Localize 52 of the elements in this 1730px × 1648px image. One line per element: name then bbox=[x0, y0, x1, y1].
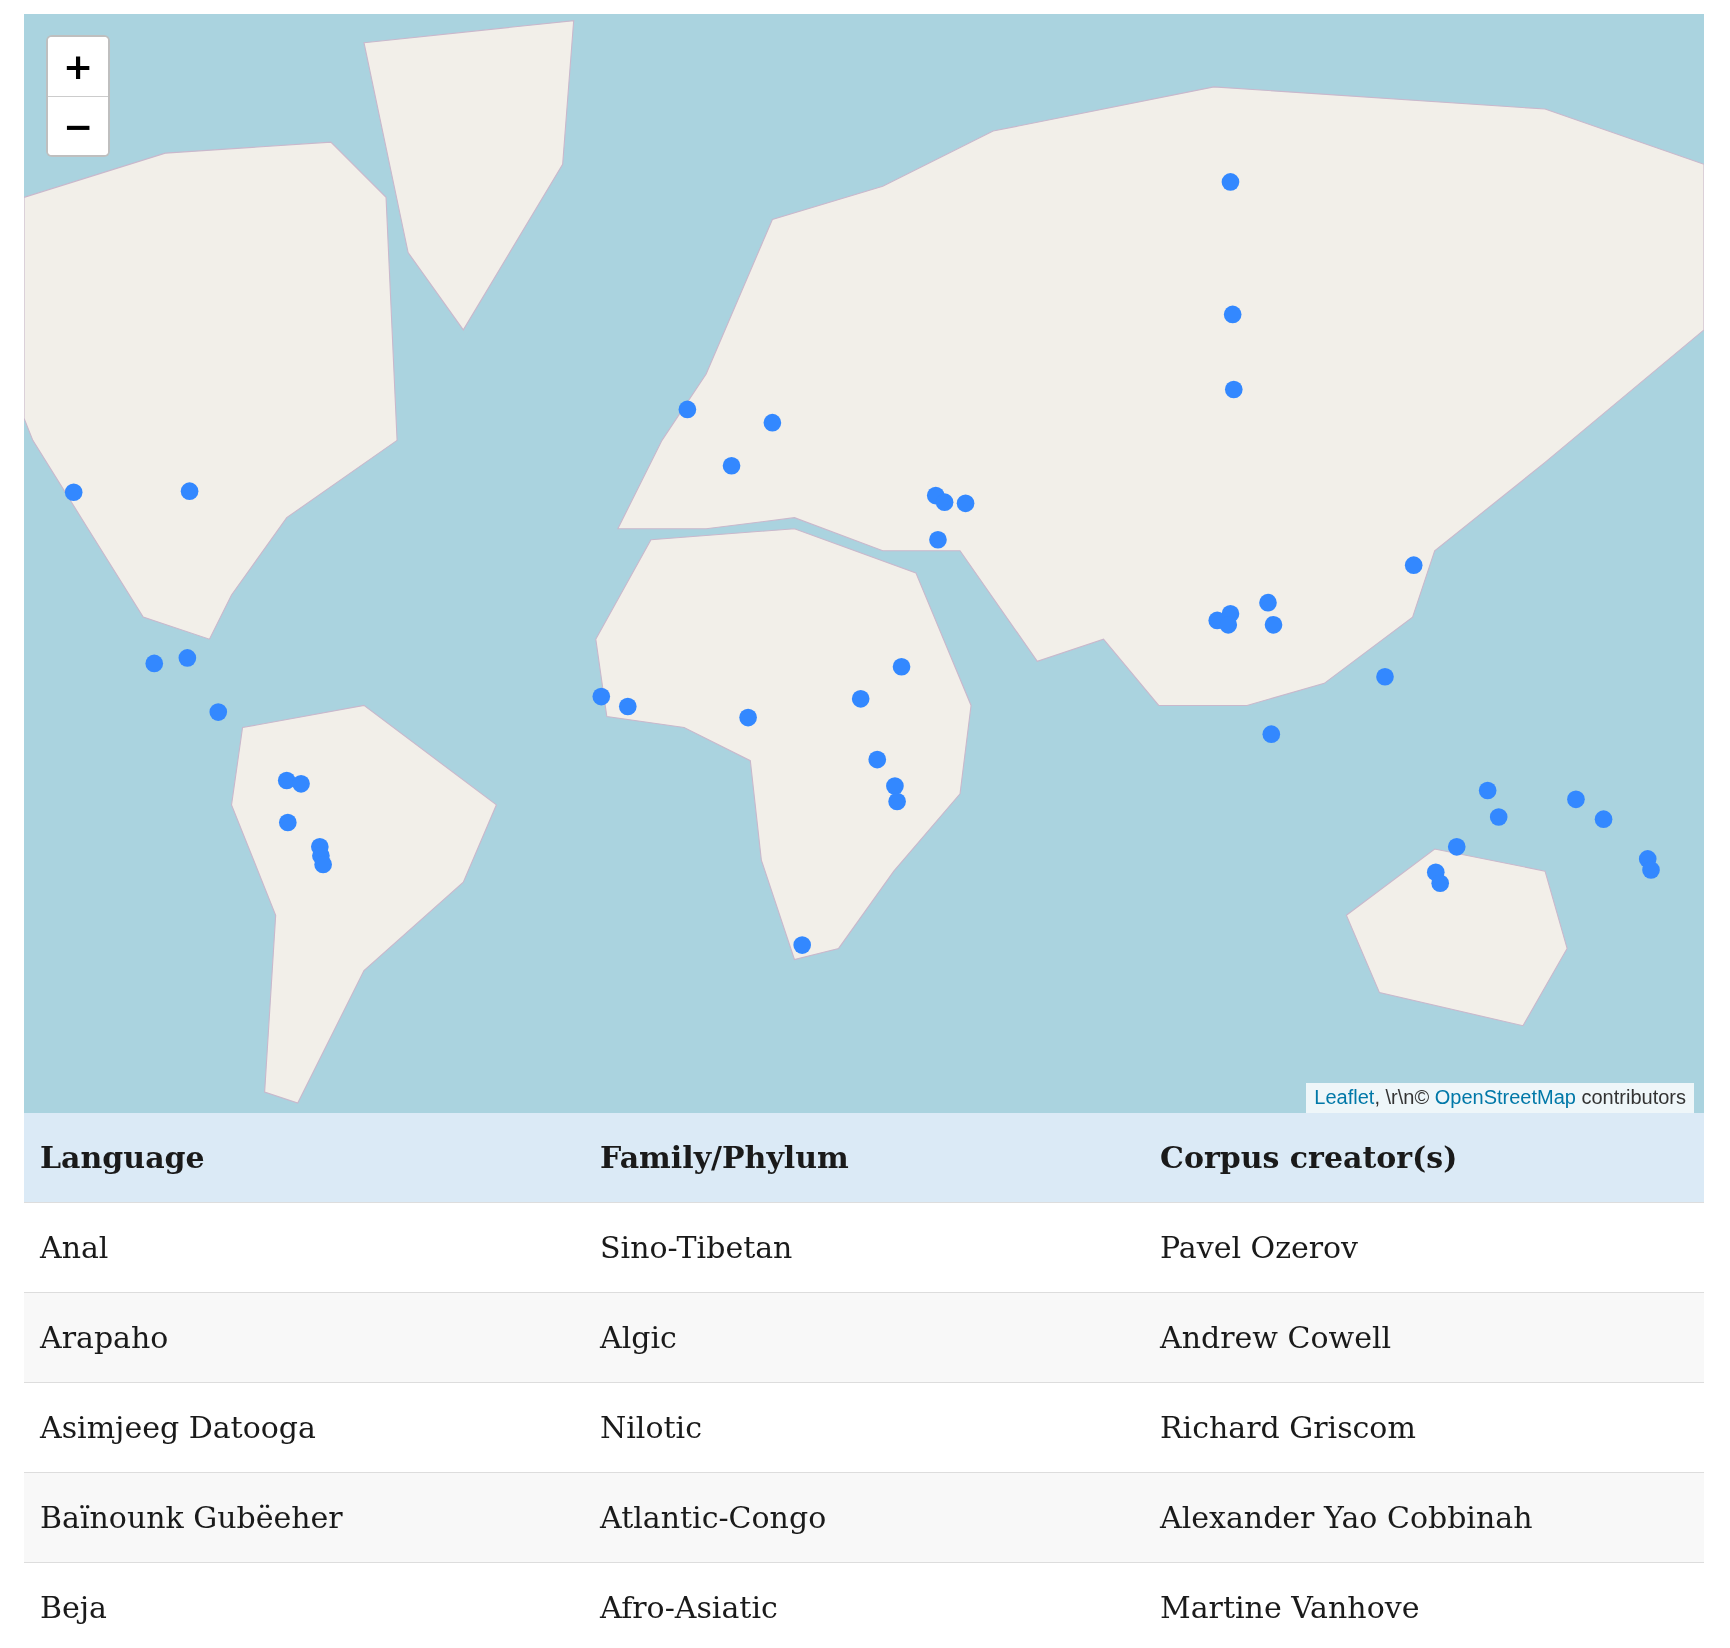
zoom-out-button[interactable]: − bbox=[48, 96, 108, 155]
attribution-link[interactable]: Leaflet bbox=[1314, 1086, 1375, 1108]
map-marker[interactable] bbox=[1223, 305, 1242, 324]
map-marker[interactable] bbox=[678, 400, 697, 419]
map-marker[interactable] bbox=[1478, 781, 1497, 800]
map-marker[interactable] bbox=[592, 687, 611, 706]
map-marker[interactable] bbox=[279, 813, 297, 832]
map-marker[interactable] bbox=[935, 493, 954, 512]
map-marker[interactable] bbox=[1404, 556, 1423, 574]
map-marker[interactable] bbox=[1567, 790, 1585, 809]
map-marker[interactable] bbox=[64, 483, 83, 502]
map-attribution: Leaflet, \r\n© OpenStreetMap contributors bbox=[1306, 1083, 1694, 1113]
table-cell: Alexander Yao Cobbinah bbox=[1144, 1473, 1704, 1563]
column-header: Language bbox=[24, 1113, 584, 1203]
map-marker[interactable] bbox=[892, 657, 911, 676]
map-marker[interactable] bbox=[722, 456, 741, 475]
map-marker[interactable] bbox=[1594, 810, 1613, 829]
table-cell: Arapaho bbox=[24, 1293, 584, 1383]
map-marker[interactable] bbox=[851, 689, 870, 708]
map-marker[interactable] bbox=[618, 697, 637, 716]
column-header: Corpus creator(s) bbox=[1144, 1113, 1704, 1203]
map-marker[interactable] bbox=[1447, 837, 1466, 856]
map-marker[interactable] bbox=[1376, 667, 1394, 686]
map-marker[interactable] bbox=[793, 936, 811, 954]
map-marker[interactable] bbox=[277, 771, 296, 790]
map-marker[interactable] bbox=[1224, 380, 1243, 399]
map-marker[interactable] bbox=[145, 654, 164, 673]
table-cell: Baïnounk Gubëeher bbox=[24, 1473, 584, 1563]
map-marker[interactable] bbox=[1221, 173, 1240, 191]
map-marker[interactable] bbox=[292, 775, 310, 793]
table-cell: Algic bbox=[584, 1293, 1144, 1383]
map-marker[interactable] bbox=[1262, 725, 1281, 743]
map-marker[interactable] bbox=[886, 777, 904, 795]
map-marker[interactable] bbox=[1259, 593, 1277, 612]
map-marker[interactable] bbox=[314, 855, 332, 874]
map-marker[interactable] bbox=[888, 792, 906, 811]
map-marker[interactable] bbox=[956, 494, 975, 513]
map-marker[interactable] bbox=[929, 530, 947, 549]
table-cell: Atlantic-Congo bbox=[584, 1473, 1144, 1563]
map-marker[interactable] bbox=[180, 482, 199, 500]
map-marker[interactable] bbox=[739, 708, 757, 727]
map-marker[interactable] bbox=[868, 750, 887, 769]
map-marker[interactable] bbox=[1264, 615, 1283, 634]
map-marker[interactable] bbox=[209, 703, 228, 721]
map-marker[interactable] bbox=[1489, 808, 1508, 826]
map-marker[interactable] bbox=[178, 649, 197, 667]
map-marker[interactable] bbox=[1431, 874, 1449, 893]
column-header: Family/Phylum bbox=[584, 1113, 1144, 1203]
map-marker[interactable] bbox=[1642, 861, 1660, 879]
attribution-link[interactable]: OpenStreetMap bbox=[1434, 1086, 1576, 1108]
map-marker[interactable] bbox=[763, 413, 782, 432]
table-cell: Andrew Cowell bbox=[1144, 1293, 1704, 1383]
